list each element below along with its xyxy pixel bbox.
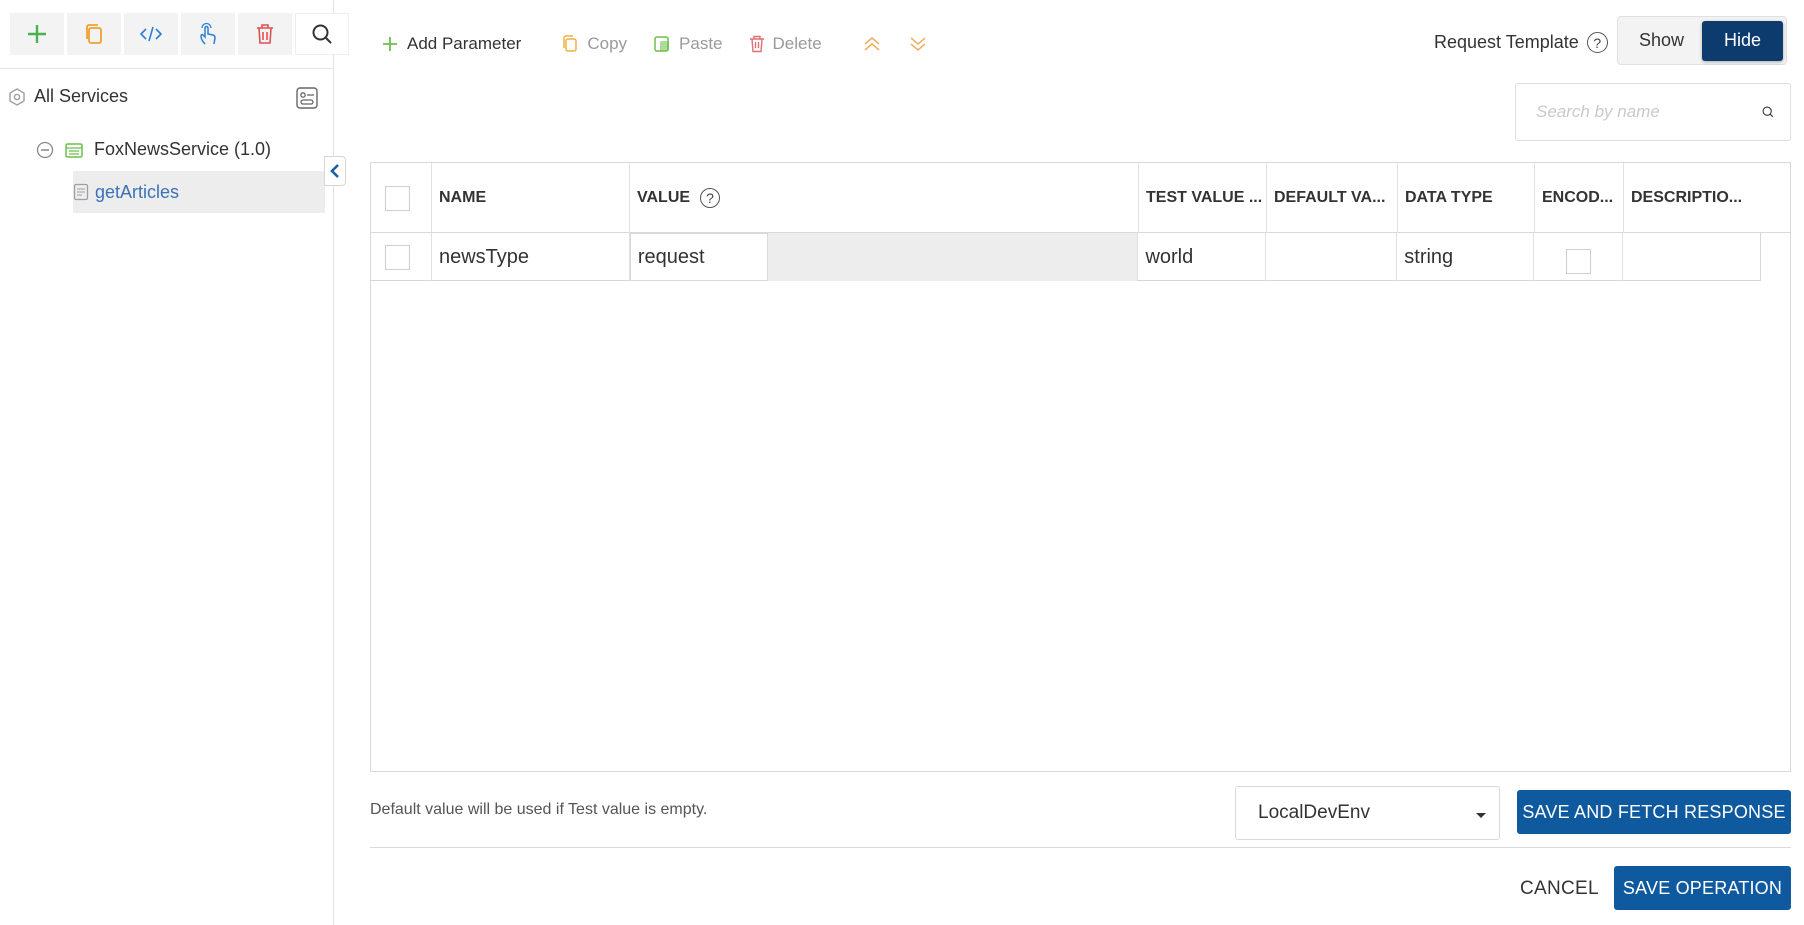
sidebar-toolbar <box>10 13 349 55</box>
cell-data-type[interactable]: string <box>1397 233 1535 281</box>
operation-icon <box>73 183 89 201</box>
cell-value: request <box>629 233 1139 281</box>
encode-checkbox[interactable] <box>1565 248 1591 274</box>
hide-template-button[interactable]: Hide <box>1702 20 1783 61</box>
environment-select[interactable]: LocalDevEnv <box>1235 786 1500 840</box>
copy-icon <box>563 35 578 52</box>
column-header-encode[interactable]: ENCOD... <box>1535 163 1624 233</box>
cell-default-value[interactable] <box>1266 233 1398 281</box>
copy-icon <box>86 24 102 44</box>
table-header: NAME VALUE ? TEST VALUE ... DEFAULT VA..… <box>371 163 1790 233</box>
sidebar-divider <box>0 68 333 69</box>
add-parameter-label: Add Parameter <box>407 34 522 53</box>
parameter-toolbar: Add Parameter Copy Paste Delete <box>381 30 928 58</box>
paste-button[interactable]: Paste <box>653 34 723 54</box>
sidebar: All Services FoxNewsService (1.0) getArt… <box>0 0 349 925</box>
tree-service-node[interactable]: FoxNewsService (1.0) <box>36 139 271 160</box>
request-template-label: Request Template ? <box>1434 32 1608 53</box>
move-up-icon[interactable] <box>862 35 882 53</box>
touch-icon <box>200 22 216 45</box>
column-header-description[interactable]: DESCRIPTIO... <box>1624 163 1790 233</box>
collapse-minus-icon[interactable] <box>36 141 54 159</box>
column-header-name[interactable]: NAME <box>432 163 630 233</box>
cell-name[interactable]: newsType <box>432 233 630 281</box>
column-header-default-value[interactable]: DEFAULT VA... <box>1267 163 1398 233</box>
delete-service-button[interactable] <box>238 13 292 55</box>
all-services-label: All Services <box>34 86 129 106</box>
tree-operation-node[interactable]: getArticles <box>73 171 325 213</box>
table-row[interactable]: newsType request world string <box>371 233 1761 281</box>
add-service-button[interactable] <box>10 13 64 55</box>
parameter-search <box>1515 83 1791 141</box>
paste-label: Paste <box>679 34 723 53</box>
cell-encode <box>1534 233 1624 281</box>
settings-icon <box>296 87 318 109</box>
collapse-sidebar-button[interactable] <box>324 156 346 186</box>
move-down-icon[interactable] <box>908 35 928 53</box>
help-icon[interactable]: ? <box>700 188 721 208</box>
default-value-hint: Default value will be used if Test value… <box>370 801 708 818</box>
code-view-button[interactable] <box>124 13 178 55</box>
chevron-left-icon <box>330 164 339 178</box>
search-icon <box>312 24 332 44</box>
copy-service-button[interactable] <box>67 13 121 55</box>
plus-icon <box>383 37 397 51</box>
select-all-checkbox[interactable] <box>385 185 410 211</box>
search-input[interactable] <box>1534 101 1762 123</box>
search-icon[interactable] <box>1762 101 1774 123</box>
column-header-value[interactable]: VALUE ? <box>630 163 1139 233</box>
environment-value: LocalDevEnv <box>1258 802 1370 823</box>
column-header-data-type[interactable]: DATA TYPE <box>1398 163 1535 233</box>
cancel-button[interactable]: CANCEL <box>1520 878 1599 900</box>
delete-label: Delete <box>772 34 822 53</box>
select-all-column <box>371 163 432 233</box>
service-icon <box>65 142 83 158</box>
gear-icon <box>9 87 25 106</box>
parameters-table: NAME VALUE ? TEST VALUE ... DEFAULT VA..… <box>370 162 1791 772</box>
trash-icon <box>749 35 764 53</box>
all-services-node[interactable]: All Services <box>8 86 128 107</box>
paste-icon <box>654 36 670 52</box>
request-template-toggle: Show Hide <box>1617 16 1787 65</box>
cell-test-value[interactable]: world <box>1138 233 1267 281</box>
operation-label: getArticles <box>95 181 180 202</box>
show-template-button[interactable]: Show <box>1621 21 1702 61</box>
request-template-text: Request Template <box>1434 32 1579 52</box>
copy-label: Copy <box>587 34 628 53</box>
add-parameter-button[interactable]: Add Parameter <box>381 34 521 54</box>
column-header-test-value[interactable]: TEST VALUE ... <box>1139 163 1267 233</box>
delete-button[interactable]: Delete <box>749 34 822 54</box>
row-checkbox[interactable] <box>385 244 410 270</box>
trash-icon <box>257 24 273 44</box>
save-operation-button[interactable]: SAVE OPERATION <box>1614 866 1791 910</box>
caret-down-icon <box>1476 813 1486 818</box>
filter-settings-button[interactable] <box>295 86 319 110</box>
plus-icon <box>28 25 46 43</box>
code-icon <box>139 26 163 42</box>
row-select-cell <box>371 233 432 281</box>
touch-button[interactable] <box>181 13 235 55</box>
cell-description[interactable] <box>1623 233 1760 281</box>
save-and-fetch-response-button[interactable]: SAVE AND FETCH RESPONSE <box>1517 790 1791 834</box>
copy-button[interactable]: Copy <box>561 34 627 54</box>
help-icon[interactable]: ? <box>1586 32 1608 53</box>
service-label: FoxNewsService (1.0) <box>94 139 272 159</box>
value-input[interactable]: request <box>629 233 768 281</box>
footer-divider <box>370 847 1791 848</box>
column-header-value-label: VALUE <box>637 189 691 206</box>
sidebar-search-button[interactable] <box>295 13 349 55</box>
